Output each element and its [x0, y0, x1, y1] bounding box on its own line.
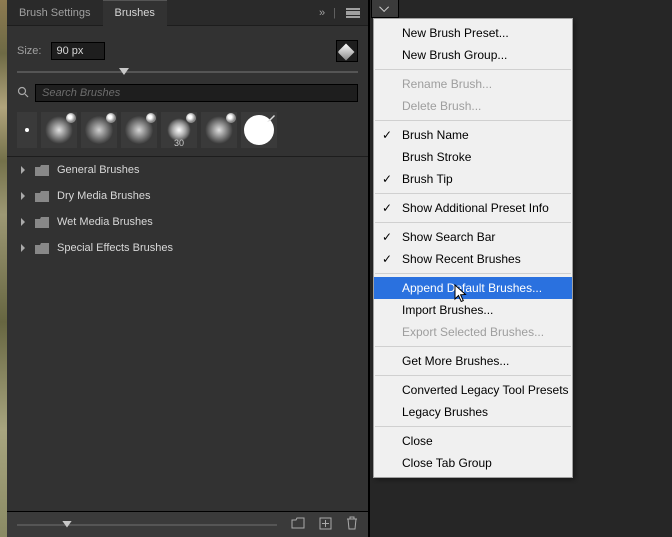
menu-item-label: Close Tab Group	[402, 456, 492, 470]
chevron-right-icon	[19, 244, 27, 252]
menu-item[interactable]: Close	[374, 430, 572, 452]
menu-item-label: Export Selected Brushes...	[402, 325, 544, 339]
check-icon: ✓	[382, 252, 392, 266]
chevron-right-icon	[19, 192, 27, 200]
menu-item-label: Legacy Brushes	[402, 405, 488, 419]
menu-item[interactable]: Converted Legacy Tool Presets	[374, 379, 572, 401]
check-icon: ✓	[382, 128, 392, 142]
check-icon: ✓	[382, 172, 392, 186]
folder-icon	[35, 243, 49, 254]
folder-item[interactable]: Dry Media Brushes	[7, 183, 368, 209]
menu-separator	[375, 426, 571, 427]
menu-item-label: Converted Legacy Tool Presets	[402, 383, 569, 397]
tab-brushes[interactable]: Brushes	[103, 0, 167, 26]
tab-brush-settings[interactable]: Brush Settings	[7, 1, 103, 25]
new-preset-icon[interactable]	[319, 517, 332, 533]
menu-item-label: Brush Stroke	[402, 150, 471, 164]
brush-size-label: 30	[161, 138, 197, 148]
menu-item-label: Rename Brush...	[402, 77, 492, 91]
menu-item-label: New Brush Preset...	[402, 26, 509, 40]
size-input[interactable]	[51, 42, 105, 60]
size-slider[interactable]	[17, 68, 358, 76]
recent-brush-3[interactable]	[81, 112, 117, 148]
folder-icon	[35, 217, 49, 228]
menu-item[interactable]: New Brush Preset...	[374, 22, 572, 44]
menu-item: Delete Brush...	[374, 95, 572, 117]
canvas-edge	[0, 0, 7, 537]
collapse-icon[interactable]: »	[319, 7, 323, 19]
menu-item: Export Selected Brushes...	[374, 321, 572, 343]
brush-preview-toggle[interactable]	[336, 40, 358, 62]
menu-separator	[375, 120, 571, 121]
menu-item[interactable]: Get More Brushes...	[374, 350, 572, 372]
recent-brush-6[interactable]	[201, 112, 237, 148]
check-icon: ✓	[382, 201, 392, 215]
menu-item[interactable]: ✓ Show Search Bar	[374, 226, 572, 248]
menu-item-label: Close	[402, 434, 433, 448]
menu-item[interactable]: ✓ Brush Name	[374, 124, 572, 146]
search-icon	[17, 86, 29, 101]
folder-label: Dry Media Brushes	[57, 190, 151, 202]
recent-brush-7[interactable]	[241, 112, 277, 148]
menu-item[interactable]: Brush Stroke	[374, 146, 572, 168]
menu-item-label: Show Search Bar	[402, 230, 495, 244]
menu-item-label: Show Additional Preset Info	[402, 201, 549, 215]
recent-brush-4[interactable]	[121, 112, 157, 148]
menu-item-label: Get More Brushes...	[402, 354, 509, 368]
folder-icon	[35, 191, 49, 202]
recent-brushes: 30	[7, 106, 368, 157]
menu-item[interactable]: ✓ Show Additional Preset Info	[374, 197, 572, 219]
folder-label: Special Effects Brushes	[57, 242, 173, 254]
check-icon: ✓	[382, 230, 392, 244]
chevron-right-icon	[19, 166, 27, 174]
menu-item[interactable]: New Brush Group...	[374, 44, 572, 66]
folder-icon	[35, 165, 49, 176]
menu-separator	[375, 346, 571, 347]
size-row: Size:	[7, 26, 368, 68]
menu-separator	[375, 193, 571, 194]
menu-item-label: Show Recent Brushes	[402, 252, 521, 266]
menu-separator	[375, 273, 571, 274]
brush-folders: General Brushes Dry Media Brushes Wet Medi…	[7, 157, 368, 511]
search-input[interactable]	[35, 84, 358, 102]
menu-item[interactable]: ✓ Show Recent Brushes	[374, 248, 572, 270]
menu-item[interactable]: Import Brushes...	[374, 299, 572, 321]
menu-item-label: Import Brushes...	[402, 303, 493, 317]
recent-brush-1[interactable]	[17, 112, 37, 148]
menu-item[interactable]: ✓ Brush Tip	[374, 168, 572, 190]
folder-button-icon[interactable]	[291, 517, 305, 532]
panel-menu-icon[interactable]	[346, 8, 360, 18]
trash-icon[interactable]	[346, 516, 358, 533]
brushes-panel: Brush Settings Brushes » | Size:	[7, 0, 369, 537]
thumbnail-size-slider[interactable]	[17, 520, 277, 530]
folder-label: Wet Media Brushes	[57, 216, 153, 228]
folder-label: General Brushes	[57, 164, 140, 176]
menu-separator	[375, 375, 571, 376]
folder-item[interactable]: Wet Media Brushes	[7, 209, 368, 235]
menu-item-label: Append Default Brushes...	[402, 281, 542, 295]
panel-menu: New Brush Preset... New Brush Group... Ren…	[373, 18, 573, 478]
menu-item-label: Brush Tip	[402, 172, 453, 186]
menu-item-label: Delete Brush...	[402, 99, 481, 113]
menu-item[interactable]: Append Default Brushes...	[374, 277, 572, 299]
menu-item[interactable]: Legacy Brushes	[374, 401, 572, 423]
menu-separator	[375, 222, 571, 223]
search-row	[7, 80, 368, 106]
menu-separator	[375, 69, 571, 70]
menu-item-label: New Brush Group...	[402, 48, 507, 62]
recent-brush-5[interactable]: 30	[161, 112, 197, 148]
panel-footer	[7, 511, 368, 537]
folder-item[interactable]: Special Effects Brushes	[7, 235, 368, 261]
dropdown-tab[interactable]	[371, 0, 399, 18]
menu-item[interactable]: Close Tab Group	[374, 452, 572, 474]
recent-brush-2[interactable]	[41, 112, 77, 148]
tab-bar: Brush Settings Brushes » |	[7, 0, 368, 26]
chevron-right-icon	[19, 218, 27, 226]
folder-item[interactable]: General Brushes	[7, 157, 368, 183]
size-label: Size:	[17, 45, 41, 57]
menu-item-label: Brush Name	[402, 128, 469, 142]
menu-item: Rename Brush...	[374, 73, 572, 95]
